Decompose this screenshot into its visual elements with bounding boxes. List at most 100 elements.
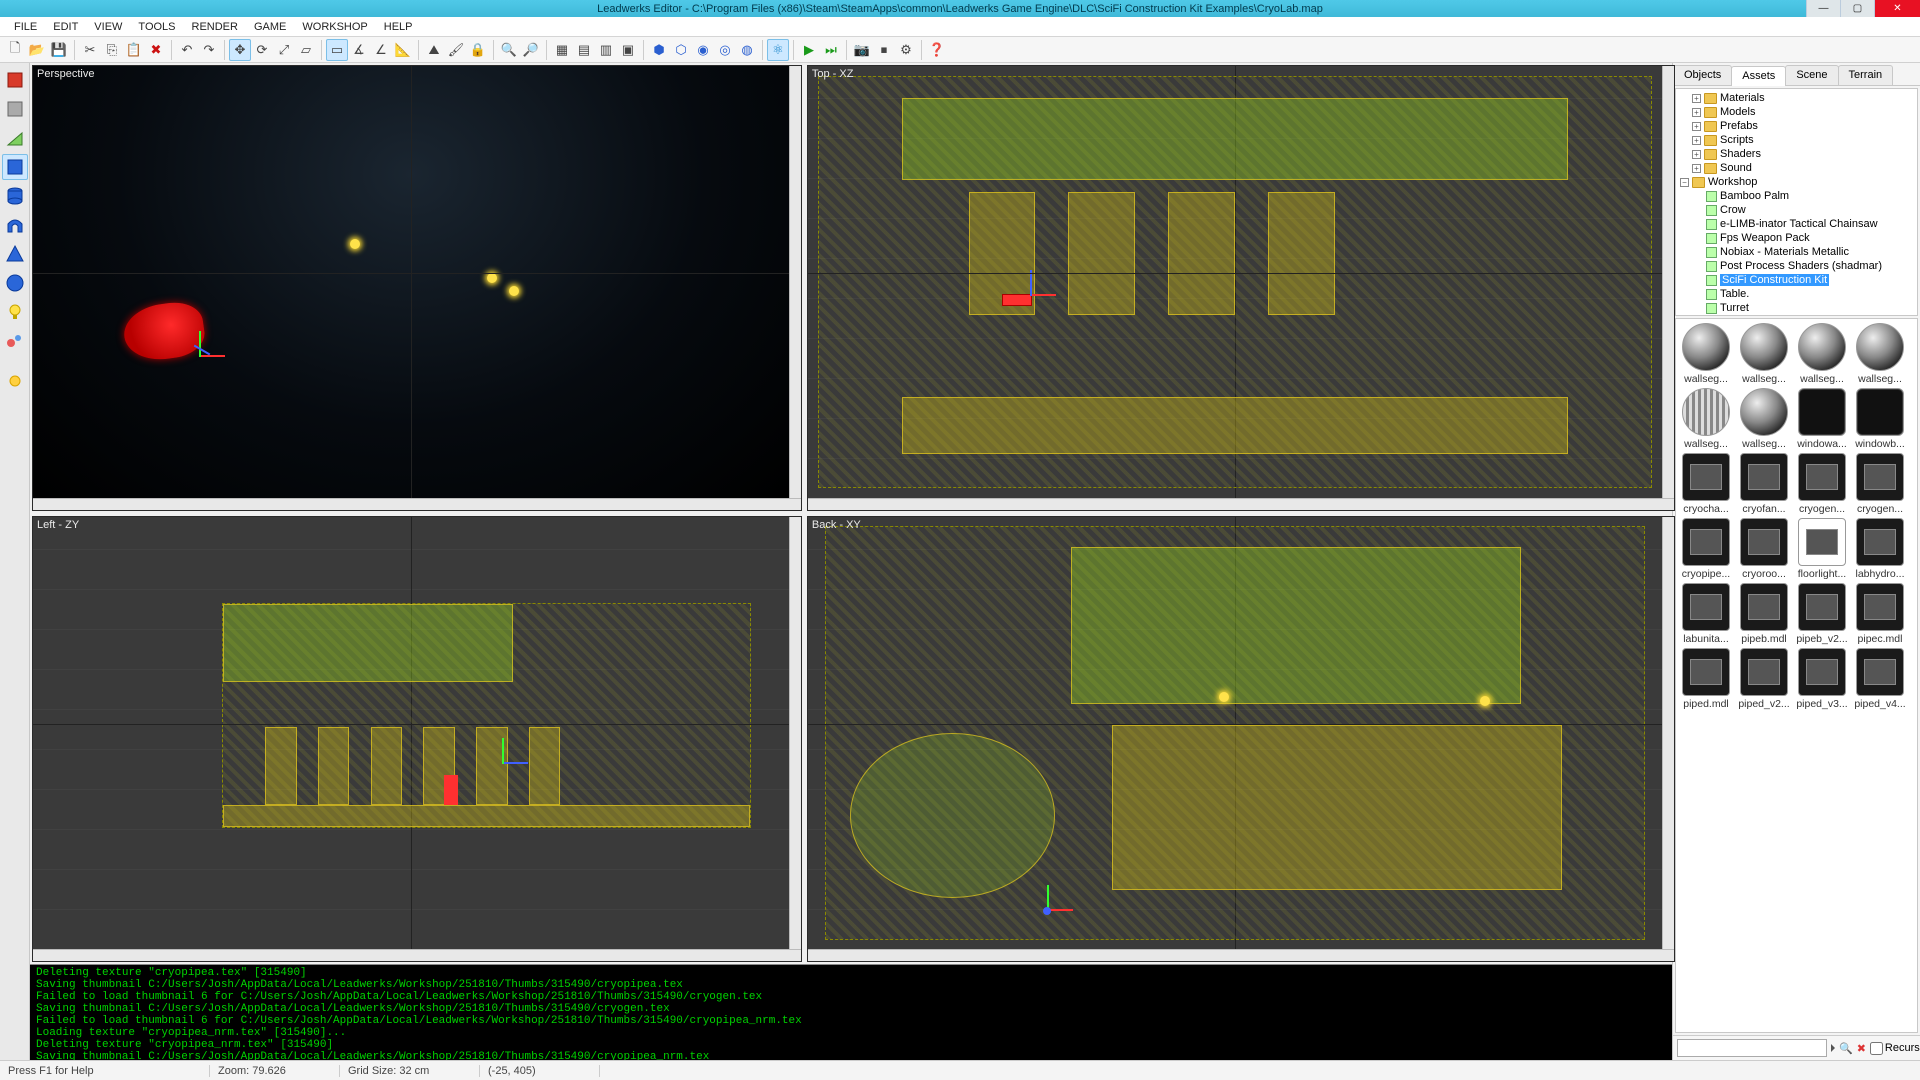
material-thumb-icon[interactable] [1856,388,1904,436]
save-icon[interactable]: 💾 [48,39,70,61]
redo-icon[interactable]: ↷ [198,39,220,61]
open-icon[interactable]: 📂 [26,39,48,61]
model-thumb-icon[interactable] [1798,583,1846,631]
clear-search-icon[interactable]: ✖ [1857,1040,1866,1056]
physics-icon[interactable]: ⚛ [767,39,789,61]
material-thumb-icon[interactable] [1798,388,1846,436]
expand-icon[interactable]: + [1692,150,1701,159]
search-icon[interactable]: 🔍 [1839,1040,1853,1056]
model-thumb-icon[interactable] [1682,518,1730,566]
paste-icon[interactable]: 📋 [123,39,145,61]
model-thumb-icon[interactable] [1856,648,1904,696]
tree-selected[interactable]: SciFi Construction Kit [1720,274,1829,286]
expand-icon[interactable]: + [1692,164,1701,173]
model-thumb-icon[interactable] [1740,518,1788,566]
material-thumb-icon[interactable] [1682,323,1730,371]
tab-objects[interactable]: Objects [1673,65,1732,85]
material-thumb-icon[interactable] [1856,323,1904,371]
menu-game[interactable]: GAME [246,19,294,35]
menu-workshop[interactable]: WORKSHOP [294,19,375,35]
wedge-green-icon[interactable] [2,125,28,151]
model-thumb-icon[interactable] [1682,583,1730,631]
select-tool-icon[interactable]: ▭ [326,39,348,61]
step-icon[interactable]: ⏭ [820,39,842,61]
csg-hollow-icon[interactable]: ◎ [714,39,736,61]
vertical-scrollbar[interactable] [789,66,801,498]
play-icon[interactable]: ▶ [798,39,820,61]
vertical-scrollbar[interactable] [789,517,801,949]
tab-scene[interactable]: Scene [1785,65,1838,85]
model-thumb-icon[interactable] [1798,453,1846,501]
camera-icon[interactable]: 📷 [851,39,873,61]
menu-edit[interactable]: EDIT [45,19,86,35]
material-thumb-icon[interactable] [1682,388,1730,436]
model-thumb-icon[interactable] [1740,453,1788,501]
asset-search-input[interactable] [1677,1039,1827,1057]
box-gray-icon[interactable] [2,96,28,122]
model-thumb-icon[interactable] [1856,518,1904,566]
model-thumb-icon[interactable] [1740,648,1788,696]
model-thumb-icon[interactable] [1798,518,1846,566]
shear-tool-icon[interactable]: ▱ [295,39,317,61]
horizontal-scrollbar[interactable] [808,498,1674,510]
close-button[interactable]: ✕ [1874,0,1920,17]
model-thumb-icon[interactable] [1856,583,1904,631]
zoom-out-icon[interactable]: 🔎 [520,39,542,61]
tab-terrain[interactable]: Terrain [1838,65,1894,85]
lock-icon[interactable]: 🔒 [467,39,489,61]
model-thumb-icon[interactable] [1798,648,1846,696]
menu-view[interactable]: VIEW [86,19,130,35]
maximize-button[interactable]: ▢ [1840,0,1874,17]
scale-tool-icon[interactable]: ⤢ [273,39,295,61]
new-icon[interactable]: 🗋 [4,39,26,61]
csg-carve-icon[interactable]: ◍ [736,39,758,61]
box-red-icon[interactable] [2,67,28,93]
undo-icon[interactable]: ↶ [176,39,198,61]
csg-sub-icon[interactable]: ⬡ [670,39,692,61]
expand-icon[interactable]: + [1692,108,1701,117]
expand-icon[interactable]: + [1692,136,1701,145]
grid4-icon[interactable]: ▣ [617,39,639,61]
move-tool-icon[interactable]: ✥ [229,39,251,61]
tab-assets[interactable]: Assets [1731,66,1786,86]
horizontal-scrollbar[interactable] [808,949,1674,961]
material-thumb-icon[interactable] [1740,388,1788,436]
copy-icon[interactable]: ⎘ [101,39,123,61]
cone-icon[interactable] [2,241,28,267]
grid-icon[interactable]: ▦ [551,39,573,61]
sun-icon[interactable] [2,368,28,394]
viewport-top[interactable]: Top - XZ [807,65,1675,511]
emitter-icon[interactable] [2,328,28,354]
expand-icon[interactable]: + [1692,94,1701,103]
settings-icon[interactable]: ⚙ [895,39,917,61]
model-thumb-icon[interactable] [1682,648,1730,696]
viewport-left[interactable]: Left - ZY [32,516,802,962]
terrain-icon[interactable]: ⛰ [423,39,445,61]
delete-icon[interactable]: ✖ [145,39,167,61]
horizontal-scrollbar[interactable] [33,498,801,510]
material-thumb-icon[interactable] [1798,323,1846,371]
csg-int-icon[interactable]: ◉ [692,39,714,61]
model-thumb-icon[interactable] [1856,453,1904,501]
stop-icon[interactable]: ⏹ [873,39,895,61]
cylinder-icon[interactable] [2,183,28,209]
menu-file[interactable]: FILE [6,19,45,35]
sphere-icon[interactable] [2,270,28,296]
box-blue-icon[interactable] [2,154,28,180]
vertical-scrollbar[interactable] [1662,66,1674,498]
zoom-in-icon[interactable]: 🔍 [498,39,520,61]
horizontal-scrollbar[interactable] [33,949,801,961]
grid2-icon[interactable]: ▤ [573,39,595,61]
measure-icon[interactable]: 📐 [392,39,414,61]
minimize-button[interactable]: — [1806,0,1840,17]
grid3-icon[interactable]: ▥ [595,39,617,61]
arch-icon[interactable] [2,212,28,238]
menu-render[interactable]: RENDER [184,19,246,35]
menu-tools[interactable]: TOOLS [130,19,183,35]
cut-icon[interactable]: ✂ [79,39,101,61]
vertical-scrollbar[interactable] [1662,517,1674,949]
asset-thumbnails[interactable]: wallseg... wallseg... wallseg... wallseg… [1675,318,1918,1033]
expand-icon[interactable]: + [1692,122,1701,131]
asset-tree[interactable]: +Materials +Models +Prefabs +Scripts +Sh… [1675,88,1918,316]
csg-union-icon[interactable]: ⬢ [648,39,670,61]
